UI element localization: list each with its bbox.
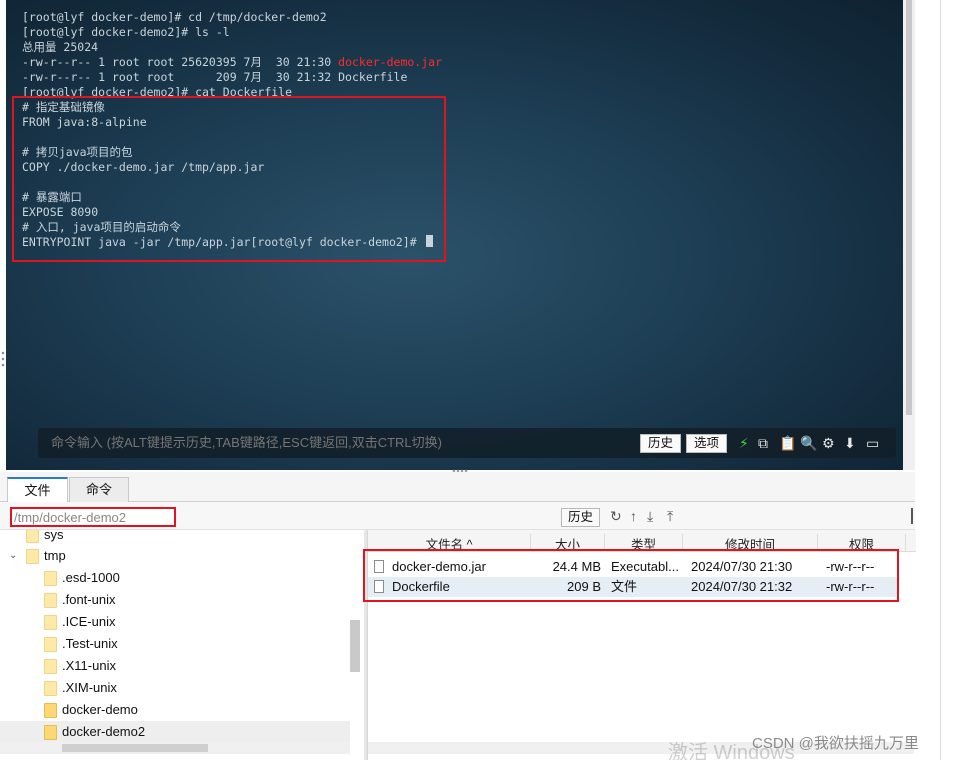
tree-item-sys[interactable]: sys	[0, 530, 350, 546]
tree-item-label: docker-demo	[62, 702, 138, 717]
tree-horizontal-thumb[interactable]	[62, 744, 208, 752]
tree-item-tmp[interactable]: ⌄ tmp	[0, 545, 350, 567]
maximize-icon[interactable]: ▭	[866, 433, 879, 453]
left-resize-handle[interactable]	[1, 350, 5, 368]
terminal-line: -rw-r--r-- 1 root root 25620395 7月 30 21…	[22, 55, 442, 70]
tree-item-test-unix[interactable]: .Test-unix	[0, 633, 350, 655]
gear-icon[interactable]: ⚙	[822, 433, 835, 453]
folder-icon	[44, 659, 57, 674]
command-history-button[interactable]: 历史	[640, 434, 682, 453]
bottom-tabs: 文件 命令	[0, 472, 915, 504]
chevron-down-icon[interactable]: ⌄	[9, 545, 17, 567]
path-history-button[interactable]: 历史	[561, 508, 601, 527]
tree-item-label: .font-unix	[62, 592, 116, 607]
tree-item-label: docker-demo2	[62, 724, 146, 739]
tree-item-esd-1000[interactable]: .esd-1000	[0, 567, 350, 589]
tree-item-label: sys	[44, 530, 64, 542]
tree-item-label: .Test-unix	[62, 636, 118, 651]
terminal-line-text: -rw-r--r-- 1 root root 25620395 7月 30 21…	[22, 55, 339, 69]
toolbar-edge	[911, 508, 913, 524]
tree-item-docker-demo2[interactable]: docker-demo2	[0, 721, 350, 743]
folder-icon	[44, 615, 57, 630]
refresh-icon[interactable]: ↻	[610, 507, 622, 525]
file-list-highlight-box	[363, 549, 899, 602]
folder-icon	[44, 703, 57, 718]
terminal-line: [root@lyf docker-demo2]# ls -l	[22, 25, 230, 39]
up-icon[interactable]: ↑	[630, 507, 637, 525]
terminal-red-filename: docker-demo.jar	[338, 55, 442, 69]
path-toolbar: 历史 ↻ ↑ ⤓ ⤒	[0, 502, 915, 530]
terminal-line: 总用量 25024	[22, 40, 99, 54]
right-divider	[940, 0, 941, 760]
terminal-line: -rw-r--r-- 1 root root 209 7月 30 21:32 D…	[22, 70, 408, 84]
lightning-icon[interactable]: ⚡	[739, 433, 749, 453]
tree-item-label: .esd-1000	[62, 570, 120, 585]
tree-item-docker-demo[interactable]: docker-demo	[0, 699, 350, 721]
terminal-scroll-thumb[interactable]	[906, 0, 912, 415]
tree-scroll-thumb[interactable]	[350, 620, 360, 672]
tree-item-label: .XIM-unix	[62, 680, 117, 695]
copy-icon[interactable]: ⧉	[758, 433, 768, 453]
tree-item-label: .X11-unix	[62, 658, 116, 673]
command-input[interactable]	[51, 428, 631, 458]
upload-icon[interactable]: ⤒	[667, 507, 673, 525]
path-input[interactable]	[10, 507, 176, 527]
tree-item-xim-unix[interactable]: .XIM-unix	[0, 677, 350, 699]
tree-item-ice-unix[interactable]: .ICE-unix	[0, 611, 350, 633]
folder-icon	[44, 681, 57, 696]
folder-icon	[44, 637, 57, 652]
tree-item-x11-unix[interactable]: .X11-unix	[0, 655, 350, 677]
directory-tree: sys ⌄ tmp .esd-1000 .font-unix .ICE-unix…	[0, 530, 364, 760]
command-bar: 历史 选项 ⚡ ⧉ 📋 🔍 ⚙ ⬇ ▭	[38, 428, 896, 458]
tree-item-font-unix[interactable]: .font-unix	[0, 589, 350, 611]
tab-files[interactable]: 文件	[7, 477, 68, 504]
folder-icon	[44, 725, 57, 740]
download-icon[interactable]: ⤓	[647, 507, 653, 525]
folder-icon	[26, 530, 39, 543]
dockerfile-highlight-box	[12, 96, 446, 262]
command-options-button[interactable]: 选项	[686, 434, 728, 453]
folder-icon	[26, 549, 39, 564]
tab-commands[interactable]: 命令	[69, 477, 129, 503]
folder-icon	[44, 571, 57, 586]
csdn-watermark: CSDN @我欲扶摇九万里	[752, 735, 919, 752]
search-icon[interactable]: 🔍	[800, 433, 817, 453]
tree-item-label: tmp	[44, 548, 66, 563]
terminal-pane[interactable]: [root@lyf docker-demo]# cd /tmp/docker-d…	[6, 0, 903, 470]
paste-icon[interactable]: 📋	[779, 433, 796, 453]
folder-icon	[44, 593, 57, 608]
right-margin	[915, 0, 959, 760]
tree-item-label: .ICE-unix	[62, 614, 116, 629]
download-icon[interactable]: ⬇	[844, 433, 856, 453]
terminal-line: [root@lyf docker-demo]# cd /tmp/docker-d…	[22, 10, 327, 24]
